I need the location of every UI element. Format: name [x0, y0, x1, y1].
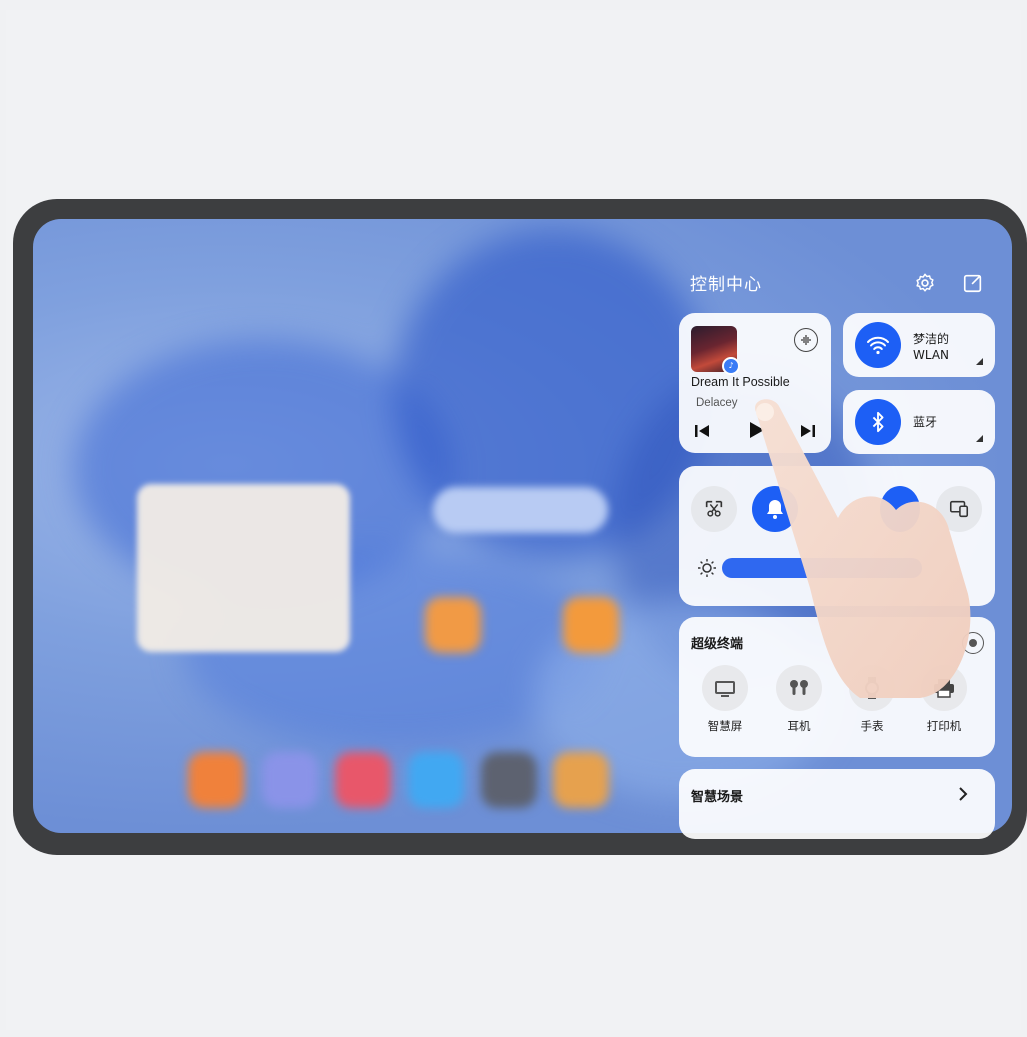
super-terminal-title: 超级终端 — [691, 637, 744, 652]
bluetooth-icon[interactable] — [855, 399, 901, 445]
control-center-title: 控制中心 — [690, 275, 762, 295]
quick-toggles-panel — [679, 466, 995, 606]
music-app-badge: ♪ — [722, 357, 740, 375]
wlan-name: 梦洁的 — [913, 332, 950, 346]
radar-icon[interactable] — [962, 632, 984, 654]
blurred-app-icon — [425, 597, 481, 653]
bluetooth-label: 蓝牙 — [913, 415, 938, 429]
blurred-search — [433, 487, 608, 533]
printer-icon[interactable] — [921, 665, 967, 711]
multiscreen-icon[interactable] — [936, 486, 982, 532]
play-icon[interactable] — [746, 420, 766, 444]
bell-icon[interactable] — [752, 486, 798, 532]
blurred-widget — [137, 484, 350, 652]
expand-indicator[interactable] — [976, 358, 983, 365]
device-label: 打印机 — [926, 719, 962, 733]
song-title: Dream It Possible — [691, 375, 790, 389]
wlan-label: WLAN — [913, 348, 950, 362]
artist-name: Delacey — [696, 397, 738, 409]
brightness-slider[interactable] — [722, 558, 922, 578]
next-icon[interactable] — [800, 423, 816, 443]
blurred-dock-icon — [553, 752, 609, 808]
device-label: 手表 — [860, 719, 884, 733]
audio-output-icon[interactable] — [794, 328, 818, 352]
tv-icon[interactable] — [702, 665, 748, 711]
blurred-dock-icon — [188, 752, 244, 808]
expand-indicator[interactable] — [976, 435, 983, 442]
blurred-app-icon — [563, 597, 619, 653]
device-label: 耳机 — [787, 719, 811, 733]
chevron-right-icon[interactable] — [957, 786, 969, 806]
previous-icon[interactable] — [694, 423, 710, 443]
blurred-dock-icon — [335, 752, 391, 808]
blurred-dock-icon — [408, 752, 464, 808]
screenshot-icon[interactable] — [691, 486, 737, 532]
device-label: 智慧屏 — [707, 719, 743, 733]
earbuds-icon[interactable] — [776, 665, 822, 711]
sun-icon — [697, 558, 717, 582]
smart-scene-title: 智慧场景 — [691, 790, 744, 805]
watch-icon[interactable] — [849, 665, 895, 711]
toggle-active[interactable] — [880, 486, 920, 532]
blurred-dock-icon — [481, 752, 537, 808]
wifi-icon[interactable] — [855, 322, 901, 368]
edit-icon[interactable] — [959, 269, 987, 297]
gear-icon[interactable] — [911, 269, 939, 297]
blurred-dock-icon — [262, 752, 318, 808]
